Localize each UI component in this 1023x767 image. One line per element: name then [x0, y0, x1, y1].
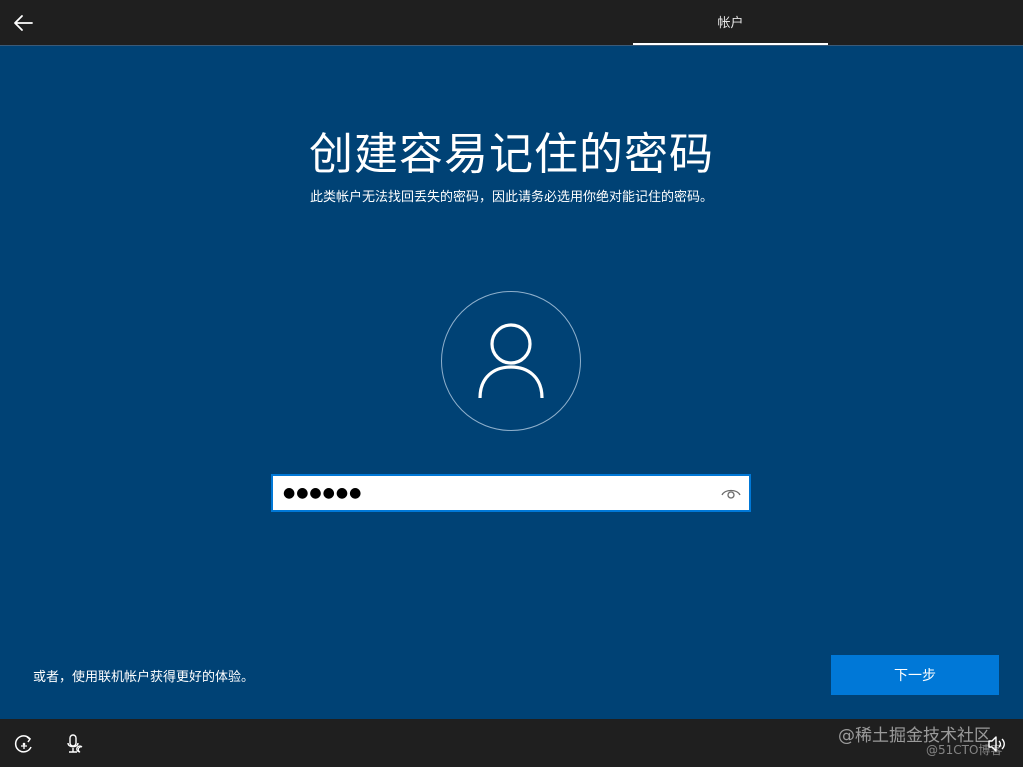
avatar — [441, 291, 581, 431]
user-icon — [478, 323, 544, 399]
page-subtitle: 此类帐户无法找回丢失的密码，因此请务必选用你绝对能记住的密码。 — [309, 190, 713, 205]
online-account-link[interactable]: 或者，使用联机帐户获得更好的体验。 — [33, 666, 254, 685]
eye-icon — [721, 489, 741, 499]
back-button[interactable] — [8, 8, 38, 38]
arrow-left-icon — [14, 15, 33, 31]
top-bar: 帐户 — [0, 0, 1023, 45]
watermark-sub: @51CTO博客 — [926, 743, 1003, 757]
page-title: 创建容易记住的密码 — [309, 129, 714, 180]
microphone-button[interactable] — [64, 733, 86, 755]
microphone-icon — [67, 734, 83, 753]
password-value: ●●●●●● — [283, 485, 363, 501]
ease-of-access-icon — [14, 735, 32, 753]
top-divider — [0, 45, 1023, 46]
tab-account[interactable]: 帐户 — [633, 0, 828, 45]
ease-of-access-button[interactable] — [13, 733, 35, 755]
oobe-screen: 帐户 创建容易记住的密码 此类帐户无法找回丢失的密码，因此请务必选用你绝对能记住… — [0, 0, 1023, 767]
next-button[interactable]: 下一步 — [831, 655, 999, 695]
reveal-password-button[interactable] — [719, 482, 743, 504]
password-input[interactable]: ●●●●●● — [271, 474, 751, 512]
